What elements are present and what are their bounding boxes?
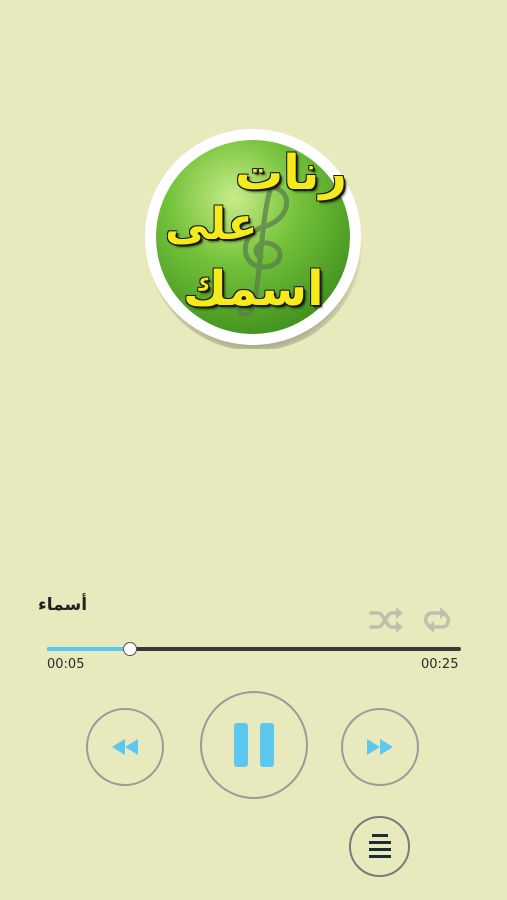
logo-line-1: رنات [235,145,347,201]
fast-forward-button[interactable] [341,708,419,786]
track-title: أسماء [38,595,88,615]
rewind-icon [112,739,138,755]
logo-line-2: على [165,199,258,250]
current-time: 00:05 [47,657,85,672]
playlist-button[interactable] [349,816,410,877]
pause-button[interactable] [200,691,308,799]
seek-bar[interactable] [47,642,461,656]
total-time: 00:25 [421,657,459,672]
repeat-button[interactable] [420,605,454,635]
repeat-icon [423,607,451,633]
shuffle-icon [369,607,403,633]
pause-icon [234,723,274,767]
logo-line-3: اسمك [183,261,324,317]
shuffle-button[interactable] [369,605,403,635]
seek-bar-progress [47,647,130,651]
fast-forward-icon [367,739,393,755]
app-logo: رنات على اسمك [143,127,365,349]
rewind-button[interactable] [86,708,164,786]
seek-bar-thumb[interactable] [122,642,137,656]
playlist-icon [368,833,391,858]
